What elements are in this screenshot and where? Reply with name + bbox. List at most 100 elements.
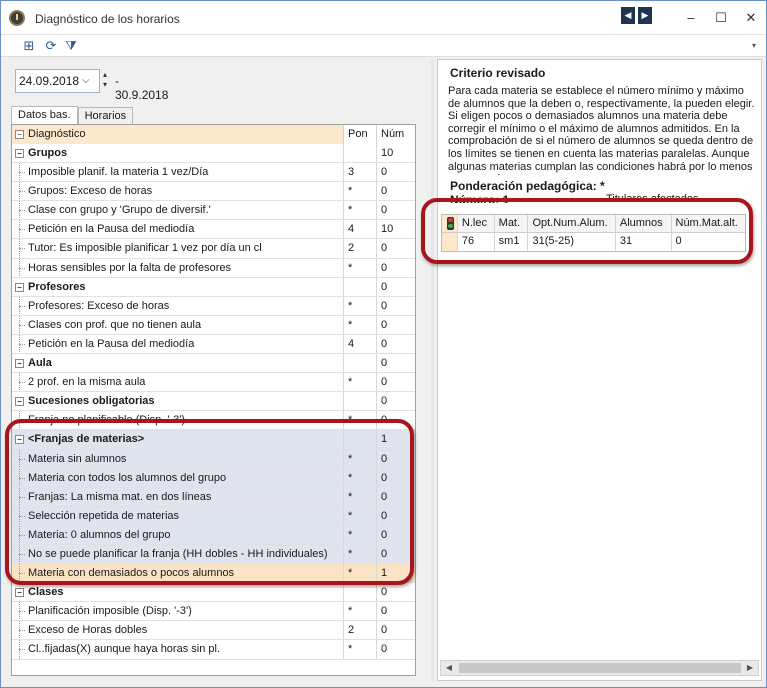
pon-cell: * xyxy=(344,640,377,659)
chevron-down-icon[interactable]: ⌵ xyxy=(82,75,90,86)
collapse-icon[interactable]: − xyxy=(15,282,24,292)
detail-header-cell[interactable]: Mat. xyxy=(495,215,529,232)
group-row[interactable]: − <Franjas de materias> 1 xyxy=(12,430,415,450)
traffic-light-icon xyxy=(442,215,458,232)
detail-header-cell[interactable]: N.lec xyxy=(458,215,495,232)
collapse-icon[interactable]: − xyxy=(15,397,24,407)
group-row[interactable]: − Profesores 0 xyxy=(12,277,415,297)
table-row[interactable]: Materia sin alumnos * 0 xyxy=(12,449,415,469)
detail-header-cell[interactable]: Núm.Mat.alt. xyxy=(672,215,746,232)
table-row[interactable]: Exceso de Horas dobles 2 0 xyxy=(12,621,415,641)
left-pane: 24.09.2018 ⌵ ▴ ▾ - 30.9.2018 Datos bas. H… xyxy=(5,59,431,681)
diagnostico-cell: Franjas: La misma mat. en dos líneas xyxy=(12,487,344,506)
diagnostico-cell: Tutor: Es imposible planificar 1 vez por… xyxy=(12,239,344,258)
row-label: Profesores: Exceso de horas xyxy=(28,299,170,312)
pon-cell: 4 xyxy=(344,220,377,239)
table-row[interactable]: Selección repetida de materias * 0 xyxy=(12,506,415,526)
scroll-thumb[interactable] xyxy=(459,663,741,673)
pon-cell xyxy=(344,144,377,163)
row-label: Franja no planificable (Disp. '-3') xyxy=(28,414,186,427)
pon-cell: * xyxy=(344,201,377,220)
detail-header-cell[interactable]: Alumnos xyxy=(616,215,672,232)
table-row[interactable]: Profesores: Exceso de horas * 0 xyxy=(12,296,415,316)
num-cell: 1 xyxy=(381,433,388,446)
tree-branch xyxy=(19,630,25,632)
table-row[interactable]: Petición en la Pausa del mediodía 4 0 xyxy=(12,334,415,355)
horizontal-scrollbar[interactable]: ◀ ▶ xyxy=(440,660,759,676)
table-row[interactable]: 2 prof. en la misma aula * 0 xyxy=(12,373,415,393)
refresh-icon[interactable]: ⟳ xyxy=(43,38,59,54)
table-row[interactable]: Petición en la Pausa del mediodía 4 10 xyxy=(12,220,415,240)
pon-cell xyxy=(344,392,377,411)
table-row[interactable]: Franja no planificable (Disp. '-3') * 0 xyxy=(12,411,415,431)
table-row[interactable]: Materia con todos los alumnos del grupo *… xyxy=(12,468,415,488)
detail-cell: 76 xyxy=(458,233,495,251)
detail-header-cell[interactable]: Opt.Num.Alum. xyxy=(528,215,616,232)
detail-header: N.lec Mat. Opt.Num.Alum. Alumnos Núm.Mat… xyxy=(442,215,745,233)
pon-cell: * xyxy=(344,602,377,621)
titulares-afectados-link[interactable]: Titulares afectados xyxy=(606,193,699,203)
table-row[interactable]: Clase con grupo y 'Grupo de diversif.' * 0 xyxy=(12,201,415,221)
tab-horarios[interactable]: Horarios xyxy=(77,107,134,124)
row-label: Profesores xyxy=(28,280,86,293)
table-row[interactable]: Imposible planif. la materia 1 vez/Día 3 0 xyxy=(12,163,415,183)
ponderacion-label: Ponderación pedagógica: * xyxy=(450,179,605,193)
table-row[interactable]: Horas sensibles por la falta de profesor… xyxy=(12,258,415,278)
row-label: Materia: 0 alumnos del grupo xyxy=(28,528,171,541)
num-cell: 0 xyxy=(381,528,388,541)
tab-datos-bas[interactable]: Datos bas. xyxy=(11,106,78,125)
row-label: Grupos: Exceso de horas xyxy=(28,185,153,198)
group-row[interactable]: − Aula 0 xyxy=(12,354,415,374)
grid-icon[interactable]: ⊞ xyxy=(21,38,37,54)
row-label: Franjas: La misma mat. en dos líneas xyxy=(28,490,212,503)
toolbar-more-icon[interactable]: ▾ xyxy=(752,41,756,50)
row-label: Petición en la Pausa del mediodía xyxy=(28,337,195,350)
table-row[interactable]: Materia: 0 alumnos del grupo * 0 xyxy=(12,525,415,545)
collapse-icon[interactable]: − xyxy=(15,588,24,598)
tree-branch xyxy=(19,649,25,651)
pon-cell: 4 xyxy=(344,334,377,354)
num-cell: 0 xyxy=(381,204,388,217)
next-arrow-icon[interactable]: ▶ xyxy=(638,7,652,24)
scroll-left-icon[interactable]: ◀ xyxy=(441,661,457,675)
table-row[interactable]: Clases con prof. que no tienen aula * 0 xyxy=(12,315,415,335)
prev-arrow-icon[interactable]: ◀ xyxy=(621,7,635,24)
diagnostico-cell: Exceso de Horas dobles xyxy=(12,621,344,640)
table-row[interactable]: Planificación imposible (Disp. '-3') * 0 xyxy=(12,602,415,622)
scroll-right-icon[interactable]: ▶ xyxy=(742,661,758,675)
num-cell: 0 xyxy=(381,586,388,599)
window-title: Diagnóstico de los horarios xyxy=(35,12,180,26)
table-row[interactable]: Cl..fijadas(X) aunque haya horas sin pl.… xyxy=(12,640,415,660)
toolbar: ⊞ ⟳ ⧩ ▾ xyxy=(1,35,766,57)
detail-row[interactable]: 76 sm1 31(5-25) 31 0 xyxy=(442,233,745,251)
table-row[interactable]: Grupos: Exceso de horas * 0 xyxy=(12,182,415,202)
table-row[interactable]: Materia con demasiados o pocos alumnos * 1 xyxy=(12,564,415,584)
group-row[interactable]: − Grupos 10 xyxy=(12,144,415,164)
header-pon[interactable]: Pon xyxy=(344,125,377,144)
collapse-icon[interactable]: − xyxy=(15,435,24,445)
table-row[interactable]: Franjas: La misma mat. en dos líneas * 0 xyxy=(12,487,415,507)
minimize-button[interactable]: – xyxy=(676,1,706,35)
filter-icon[interactable]: ⧩ xyxy=(63,38,79,54)
table-row[interactable]: Tutor: Es imposible planificar 1 vez por… xyxy=(12,239,415,259)
header-num[interactable]: Núm xyxy=(377,125,415,144)
close-button[interactable]: ✕ xyxy=(736,1,766,35)
diagnostico-cell: 2 prof. en la misma aula xyxy=(12,373,344,392)
row-label: Sucesiones obligatorias xyxy=(28,395,155,408)
pane-splitter[interactable] xyxy=(431,59,434,681)
collapse-icon[interactable]: − xyxy=(15,359,24,369)
header-diagnostico[interactable]: − Diagnóstico xyxy=(12,125,344,144)
group-row[interactable]: − Sucesiones obligatorias 0 xyxy=(12,392,415,412)
collapse-all-icon[interactable]: − xyxy=(15,130,24,139)
date-spinner[interactable]: ▴ ▾ xyxy=(103,70,113,90)
table-row[interactable]: No se puede planificar la franja (HH dob… xyxy=(12,544,415,565)
grid-header: − Diagnóstico Pon Núm xyxy=(12,125,415,144)
diagnostico-cell: Clase con grupo y 'Grupo de diversif.' xyxy=(12,201,344,220)
collapse-icon[interactable]: − xyxy=(15,149,24,158)
diagnostico-cell: − Grupos xyxy=(12,144,344,163)
maximize-button[interactable]: ☐ xyxy=(706,1,736,35)
group-row[interactable]: − Clases 0 xyxy=(12,583,415,603)
nav-arrows: ◀ ▶ xyxy=(621,7,652,24)
num-cell: 0 xyxy=(381,414,388,427)
tree-branch xyxy=(19,343,25,345)
